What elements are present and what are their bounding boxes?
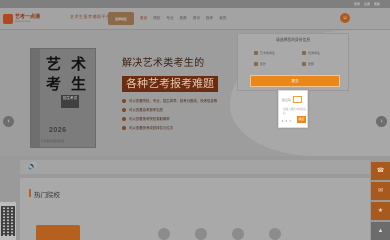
section-tabs	[36, 225, 281, 240]
feature-item: 可以查看院校、专业、招生简章、统考分数线、校考信息等	[122, 98, 217, 103]
identity-option[interactable]: 艺术类考生	[254, 51, 275, 55]
captcha-confirm-button[interactable]: 确定	[297, 116, 306, 123]
identity-option[interactable]: 老师	[302, 62, 314, 66]
back-to-top-icon[interactable]: ▲	[371, 222, 390, 240]
bullet-icon	[122, 107, 126, 112]
captcha-message: 请输入图片中的验证码	[283, 108, 307, 115]
captcha-input[interactable]	[293, 96, 303, 103]
tab-spacer	[83, 225, 133, 240]
qr-code-pattern	[1, 206, 15, 236]
carousel-next-icon[interactable]: ›	[376, 116, 387, 127]
captcha-popup: 验证码 请输入图片中的验证码 • • ○ 确定	[278, 90, 308, 128]
top-link-login[interactable]: 登录	[354, 1, 360, 7]
site-logo[interactable]: 艺考一点通 www.ykt.com	[3, 11, 67, 26]
section-tab[interactable]	[36, 225, 80, 240]
star-icon[interactable]: ★	[371, 202, 390, 220]
identity-option-label: 艺术类考生	[260, 51, 276, 55]
banner-headline: 解决艺术类考生的	[122, 58, 205, 69]
identity-select-panel: 请选择您的身份信息 艺术类考生 普通考生 家长 老师 提交	[237, 33, 349, 91]
identity-option-icon	[254, 62, 258, 66]
site-header: 艺考一点通 www.ykt.com 艺术生报考辅助平台 选择地区 首页 院校 专…	[0, 8, 390, 30]
identity-option[interactable]: 普通考生	[302, 51, 320, 55]
panel-title: 请选择您的身份信息	[275, 38, 311, 42]
captcha-row: 验证码	[282, 96, 303, 103]
feature-item: 可以查看报考院校录取概率	[122, 116, 217, 121]
bullet-icon	[122, 116, 126, 121]
section-title: 热门院校	[34, 192, 60, 199]
identity-option-label: 家长	[260, 62, 267, 66]
captcha-image[interactable]: • • ○	[282, 118, 292, 123]
book-spine	[31, 49, 40, 147]
identity-option[interactable]: 家长	[254, 62, 266, 66]
book-badge: 招生考试	[61, 95, 79, 108]
city-select-button[interactable]: 选择地区	[108, 12, 134, 25]
nav-item-policy[interactable]: 政策	[180, 16, 187, 21]
book-char: 术	[71, 55, 87, 73]
main-nav: 首页 院校 专业 政策 资讯 报考 我的	[140, 16, 226, 21]
submit-button[interactable]: 提交	[250, 75, 340, 87]
identity-option-label: 老师	[308, 62, 315, 66]
carousel-prev-icon[interactable]: ‹	[3, 116, 14, 127]
logo-url: www.ykt.com	[15, 20, 31, 23]
book-char: 艺	[46, 55, 62, 73]
bullet-icon	[122, 125, 126, 130]
category-icon[interactable]	[158, 228, 170, 240]
speaker-icon: 🔊	[28, 163, 37, 170]
category-icon[interactable]	[195, 228, 207, 240]
section-title-accent	[29, 189, 31, 197]
feature-item: 可以查看统考成绩排名与位次	[122, 125, 217, 130]
nav-item-mine[interactable]: 我的	[219, 16, 226, 21]
feature-item: 可以查看高考报考志愿	[122, 107, 217, 112]
top-bar: 登录 注册 帮助	[0, 0, 390, 8]
feature-text: 可以查看高考报考志愿	[129, 108, 163, 112]
book-char: 生	[71, 75, 87, 93]
content-section: 热门院校	[20, 178, 370, 240]
book-year: 2026	[49, 127, 67, 134]
identity-option-icon	[302, 62, 306, 66]
captcha-label: 验证码	[282, 97, 292, 102]
bullet-icon	[122, 98, 126, 103]
user-avatar-icon[interactable]: ☺	[340, 13, 350, 23]
top-link-help[interactable]: 帮助	[374, 1, 380, 7]
nav-item-home[interactable]: 首页	[140, 16, 147, 21]
feature-text: 可以查看报考院校录取概率	[129, 117, 170, 121]
top-links: 登录 注册 帮助	[354, 1, 380, 7]
phone-icon[interactable]: ☎	[371, 162, 390, 180]
feature-text: 可以查看院校、专业、招生简章、统考分数线、校考信息等	[129, 99, 218, 103]
identity-option-icon	[254, 51, 258, 55]
logo-text: 艺考一点通 www.ykt.com	[15, 14, 40, 23]
top-link-register[interactable]: 注册	[364, 1, 370, 7]
feature-text: 可以查看统考成绩排名与位次	[129, 126, 174, 130]
banner-subheadline: 各种艺考报考难题	[122, 76, 218, 92]
side-toolbar: ☎ ✉ ★ ▲	[371, 162, 390, 240]
nav-item-apply[interactable]: 报考	[206, 16, 213, 21]
book-char: 考	[46, 75, 62, 93]
nav-item-schools[interactable]: 院校	[153, 16, 160, 21]
logo-mark-icon	[3, 13, 13, 24]
identity-option-icon	[302, 51, 306, 55]
book-footer: 艺术类考生报考指南	[41, 140, 65, 143]
notice-bar: 🔊	[20, 160, 370, 174]
city-select-label: 选择地区	[114, 16, 127, 21]
nav-item-news[interactable]: 资讯	[193, 16, 200, 21]
mail-icon[interactable]: ✉	[371, 182, 390, 200]
identity-option-label: 普通考生	[308, 51, 321, 55]
nav-item-majors[interactable]: 专业	[166, 16, 173, 21]
category-icon[interactable]	[232, 228, 244, 240]
site-slogan: 艺术生报考辅助平台	[70, 14, 111, 19]
banner-feature-list: 可以查看院校、专业、招生简章、统考分数线、校考信息等 可以查看高考报考志愿 可以…	[122, 98, 217, 134]
qr-code-image	[0, 202, 16, 240]
category-icon[interactable]	[269, 228, 281, 240]
book-cover-image: 艺 术 考 生 招生考试 2026 艺术类考生报考指南	[30, 48, 96, 148]
